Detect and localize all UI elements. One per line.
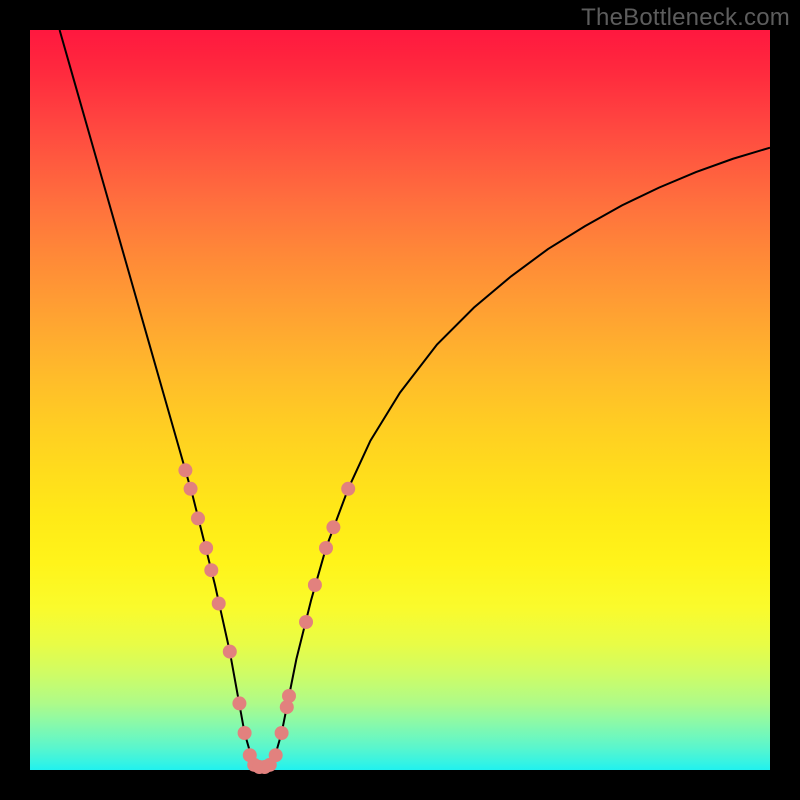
watermark-text: TheBottleneck.com (581, 4, 790, 32)
data-marker (299, 615, 313, 629)
data-marker (238, 726, 252, 740)
data-marker (191, 511, 205, 525)
chart-frame: TheBottleneck.com (0, 0, 800, 800)
data-marker (223, 645, 237, 659)
data-marker (269, 748, 283, 762)
marker-group (178, 463, 355, 774)
data-marker (212, 597, 226, 611)
data-marker (308, 578, 322, 592)
curve-line (60, 30, 770, 766)
plot-area (30, 30, 770, 770)
data-marker (275, 726, 289, 740)
data-marker (199, 541, 213, 555)
data-marker (184, 482, 198, 496)
data-marker (204, 563, 218, 577)
data-marker (326, 520, 340, 534)
data-marker (232, 696, 246, 710)
chart-svg (30, 30, 770, 770)
data-marker (282, 689, 296, 703)
data-marker (341, 482, 355, 496)
data-marker (178, 463, 192, 477)
data-marker (319, 541, 333, 555)
